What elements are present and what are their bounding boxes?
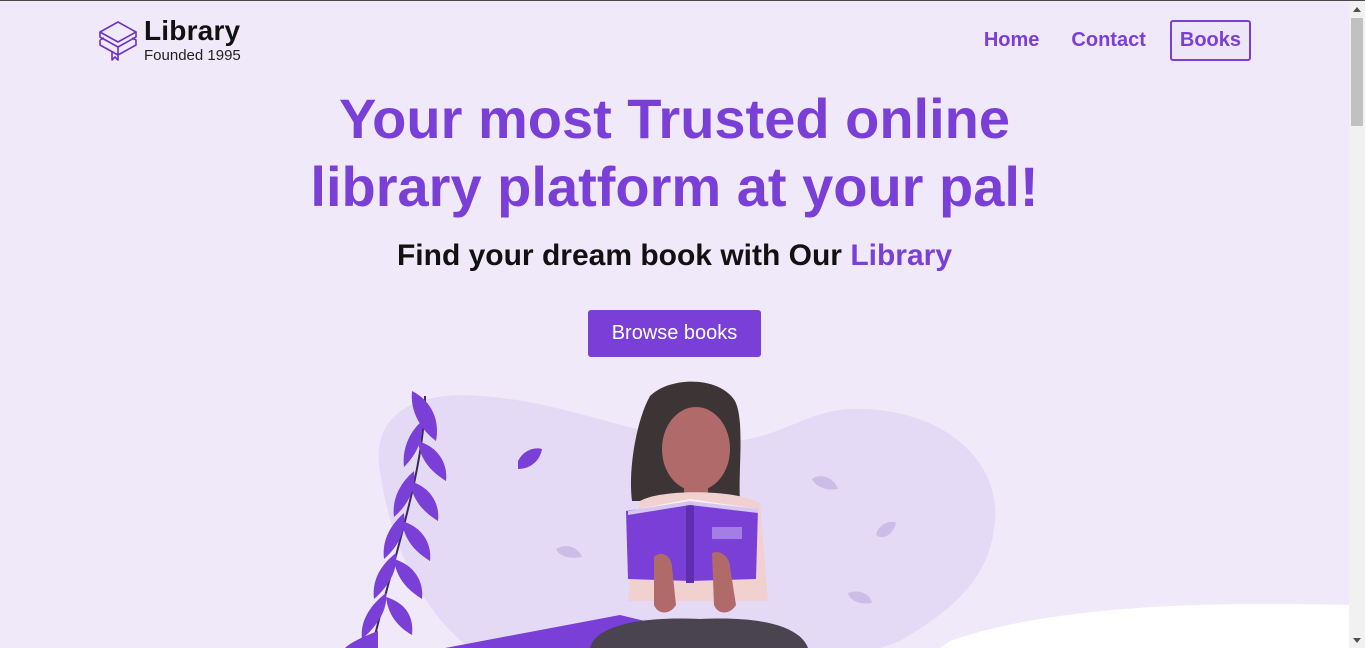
nav-books-link[interactable]: Books [1169,20,1251,61]
vertical-scrollbar[interactable] [1349,1,1365,648]
main-nav: Home Contact Books [952,20,1251,61]
nav-home-link[interactable]: Home [984,29,1040,52]
hero-title-line2: library platform at your pal! [310,155,1039,218]
brand-logo[interactable]: Library Founded 1995 [98,17,241,63]
hero-title-line1: Your most Trusted online [338,87,1010,150]
scroll-down-arrow-icon[interactable] [1349,632,1365,648]
browse-books-button[interactable]: Browse books [588,310,761,357]
hero-subtitle-prefix: Find your dream book with Our [396,239,851,272]
brand-subtitle: Founded 1995 [144,47,241,64]
hero-subtitle: Find your dream book with Our Library [0,239,1349,273]
hero-subtitle-accent: Library [850,239,953,272]
stacked-books-icon [99,21,137,61]
scrollbar-thumb[interactable] [1351,18,1363,126]
page: Library Founded 1995 Home Contact Books … [0,1,1349,648]
nav-contact-link[interactable]: Contact [1071,29,1145,52]
scroll-up-arrow-icon[interactable] [1349,1,1365,17]
brand-title: Library [144,15,241,46]
hero-title: Your most Trusted online library platfor… [0,85,1349,221]
